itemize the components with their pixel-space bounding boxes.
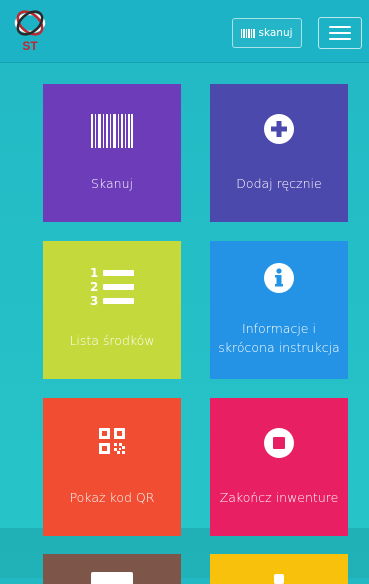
stop-circle-icon [210, 428, 348, 458]
document-icon [91, 572, 133, 584]
tile-label: Informacje i skrócona instrukcja [218, 321, 340, 355]
tile-info[interactable]: Informacje i skrócona instrukcja [210, 241, 348, 379]
app-logo[interactable]: ST [10, 6, 50, 54]
tile-partial-brown[interactable] [43, 554, 181, 584]
svg-text:1: 1 [90, 266, 98, 280]
plus-circle-icon [210, 114, 348, 144]
numbered-list-icon: 1 2 3 [43, 265, 181, 307]
tile-scan[interactable]: Skanuj [43, 84, 181, 222]
tile-label: Pokaż kod QR [69, 490, 155, 505]
info-circle-icon [210, 263, 348, 293]
barcode-icon [241, 28, 255, 38]
tile-partial-yellow[interactable] [210, 554, 348, 584]
hamburger-menu-button[interactable] [318, 17, 362, 49]
menu-icon-bar [329, 38, 351, 40]
tile-assets-list[interactable]: 1 2 3 Lista środków [43, 241, 181, 379]
logo-text: ST [22, 39, 38, 53]
svg-text:3: 3 [90, 294, 98, 307]
tile-label: Zakończ inwenture [219, 490, 339, 505]
scan-button-label: skanuj [258, 27, 293, 39]
menu-icon-bar [329, 26, 351, 28]
partial-icon [274, 574, 284, 584]
top-navbar: ST skanuj [0, 0, 369, 63]
svg-text:2: 2 [90, 280, 98, 294]
tile-show-qr[interactable]: Pokaż kod QR [43, 398, 181, 536]
menu-icon-bar [329, 32, 351, 34]
tile-finish-inventory[interactable]: Zakończ inwenture [210, 398, 348, 536]
tile-label: Dodaj ręcznie [236, 176, 322, 191]
tile-add-manually[interactable]: Dodaj ręcznie [210, 84, 348, 222]
barcode-icon [43, 114, 181, 148]
qr-code-icon [43, 428, 181, 454]
tile-label: Skanuj [91, 176, 133, 191]
tile-label: Lista środków [69, 333, 155, 348]
scan-button[interactable]: skanuj [232, 18, 302, 48]
